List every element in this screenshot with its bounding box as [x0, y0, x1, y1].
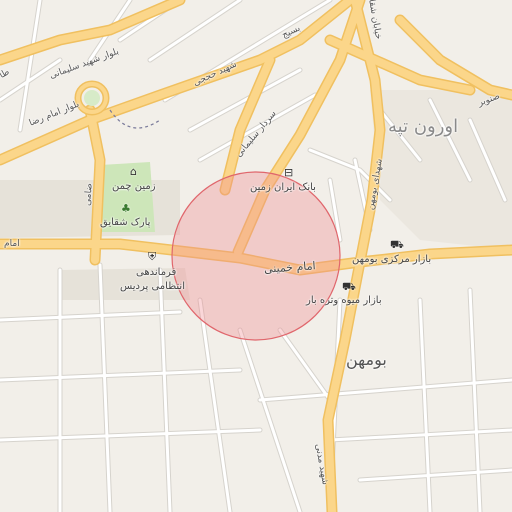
poi-label-zamin-chaman[interactable]: زمین چمن [112, 182, 156, 192]
search-radius-circle[interactable] [171, 171, 341, 341]
district-label-boumehen: بومهن [346, 350, 387, 369]
poi-label-farmandehi-line1[interactable]: فرماندهی [136, 268, 176, 278]
shopping-cart-icon[interactable]: ⛟ [390, 238, 404, 253]
poi-label-bazar-miveh[interactable]: بازار میوه وتره بار [306, 296, 382, 306]
shopping-cart-icon[interactable]: ⛟ [342, 280, 356, 295]
police-icon[interactable]: ⛨ [148, 250, 156, 264]
poi-label-bazar-markazi[interactable]: بازار مرکزی بومهن [352, 255, 431, 265]
street-label-imam-west: امام [4, 239, 20, 249]
sports-field-icon[interactable]: ⌂ [130, 165, 137, 178]
map-canvas[interactable] [0, 0, 512, 512]
map-view[interactable]: بلوار امام رضا بلوار شهید سلیمانی بسیج ش… [0, 0, 512, 512]
poi-label-farmandehi-line2[interactable]: انتظامی پردیس [120, 282, 185, 292]
tree-icon[interactable]: ♣ [121, 202, 131, 215]
street-label-imam-khomeini: امام خمینی [263, 259, 316, 276]
poi-label-bank-iran-zamin[interactable]: بانک ایران زمین [250, 183, 316, 193]
bank-icon[interactable]: ⊟ [284, 166, 293, 179]
district-label-oroon-teppe: اورون تپه [388, 116, 459, 137]
poi-label-park-shaghayegh[interactable]: پارک شقایق [100, 218, 150, 228]
